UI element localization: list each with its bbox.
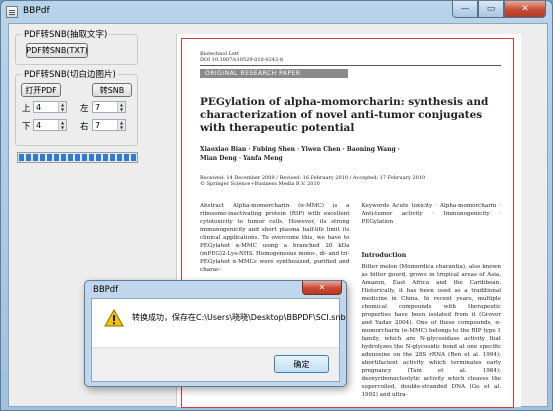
right-margin-value: 7	[95, 121, 101, 130]
doi: DOI 10.1007/s10529-010-0242-8	[200, 57, 284, 63]
window-title: BBPdf	[23, 6, 50, 16]
top-margin-value: 4	[36, 103, 42, 112]
maximize-button[interactable]: ▭	[478, 1, 504, 18]
ok-button[interactable]: 确定	[274, 355, 329, 373]
dialog-body: 转换成功，保存在C:\Users\晓晓\Desktop\BBPDF\SCI.sn…	[91, 298, 346, 382]
bottom-margin-value: 4	[36, 121, 42, 130]
article-title: PEGylation of alpha-momorcharin: synthes…	[200, 96, 489, 134]
paper-type-banner: ORIGINAL RESEARCH PAPER	[200, 69, 348, 78]
pdf-to-snb-txt-button[interactable]: PDF转SNB(TXT)	[26, 43, 88, 58]
text-extract-group-title: PDF转SNB(抽取文字)	[22, 28, 110, 40]
top-margin-label: 上	[22, 104, 31, 114]
keywords-text: Keywords Acute toxicity · Alpha-momorcha…	[361, 203, 501, 225]
spin-down-icon[interactable]: ▼	[118, 125, 125, 130]
image-crop-group: PDF转SNB(切白边图片) 打开PDF 转SNB 上 4 ▲ ▼ 左 7 ▲ ▼ …	[15, 68, 138, 146]
close-button[interactable]: ✕	[504, 1, 546, 18]
app-icon	[6, 6, 18, 18]
spin-down-icon[interactable]: ▼	[59, 107, 66, 112]
spin-down-icon[interactable]: ▼	[59, 125, 66, 130]
article-authors: Xiaoxiao Bian · Fubing Shen · Yiwen Chen…	[200, 146, 400, 162]
message-dialog: BBPdf ✕ 转换成功，保存在C:\Users\晓晓\Desktop\BBPD…	[84, 280, 347, 387]
bottom-margin-label: 下	[22, 122, 31, 132]
warning-icon	[104, 309, 124, 327]
top-margin-spinner[interactable]: 4 ▲ ▼	[33, 101, 67, 113]
convert-snb-button[interactable]: 转SNB	[92, 83, 132, 97]
dialog-message: 转换成功，保存在C:\Users\晓晓\Desktop\BBPDF\SCI.sn…	[132, 313, 346, 322]
dialog-close-button[interactable]: ✕	[302, 281, 342, 295]
bottom-margin-spinner[interactable]: 4 ▲ ▼	[33, 119, 67, 131]
conversion-progress-bar	[17, 152, 138, 163]
spin-down-icon[interactable]: ▼	[118, 107, 125, 112]
copyright: © Springer Science+Business Media B.V. 2…	[200, 181, 320, 187]
left-margin-value: 7	[95, 103, 101, 112]
open-pdf-button[interactable]: 打开PDF	[21, 83, 61, 97]
progress-fill	[19, 154, 136, 161]
image-crop-group-title: PDF转SNB(切白边图片)	[22, 68, 118, 80]
left-margin-spinner[interactable]: 7 ▲ ▼	[92, 101, 126, 113]
right-margin-label: 右	[80, 122, 89, 132]
introduction-text: Bitter melon (Momordica charantia), also…	[361, 264, 501, 398]
minimize-button[interactable]: —	[452, 1, 478, 18]
left-margin-label: 左	[80, 104, 89, 114]
right-margin-spinner[interactable]: 7 ▲ ▼	[92, 119, 126, 131]
introduction-heading: Introduction	[361, 252, 407, 259]
text-extract-group: PDF转SNB(抽取文字) PDF转SNB(TXT)	[15, 28, 138, 65]
dialog-title: BBPdf	[93, 285, 119, 295]
dialog-footer: 确定	[92, 347, 339, 381]
title-bar[interactable]: BBPdf — ▭ ✕	[1, 1, 552, 23]
